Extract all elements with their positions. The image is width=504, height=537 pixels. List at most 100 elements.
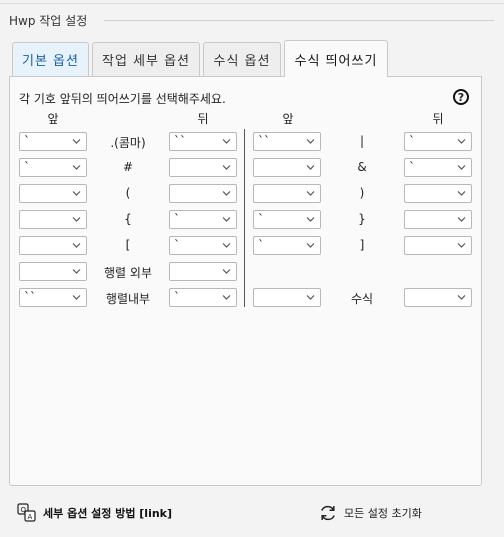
chevron-down-icon (457, 139, 466, 144)
chevron-down-icon (222, 139, 231, 144)
header-left-after: 뒤 (197, 112, 209, 126)
left-before-select-6[interactable]: `` (19, 288, 87, 307)
chevron-down-icon (306, 217, 315, 222)
left-after-select-0[interactable]: `` (169, 132, 237, 151)
reset-label: 모든 설정 초기화 (344, 507, 422, 520)
chevron-down-icon (222, 217, 231, 222)
right-symbol-label-1: & (357, 160, 367, 174)
right-before-select-0[interactable]: `` (253, 132, 321, 151)
dropdown-value: ` (24, 134, 30, 148)
right-symbol-label-5: 수식 (350, 292, 374, 306)
right-after-select-2[interactable] (404, 184, 472, 203)
chevron-down-icon (222, 295, 231, 300)
dropdown-value: ` (258, 238, 264, 252)
left-before-select-2[interactable] (19, 184, 87, 203)
chevron-down-icon (222, 191, 231, 196)
chevron-down-icon (72, 295, 81, 300)
chevron-down-icon (72, 243, 81, 248)
right-symbol-label-4: ] (359, 238, 365, 252)
group-divider (104, 20, 494, 21)
chevron-down-icon (72, 191, 81, 196)
dropdown-value: ` (258, 212, 264, 226)
left-symbol-label-3: { (124, 212, 132, 226)
right-after-select-1[interactable]: ` (404, 158, 472, 177)
header-right-after: 뒤 (432, 112, 444, 126)
dropdown-value: ` (174, 290, 180, 304)
top-border (0, 3, 504, 4)
chevron-down-icon (222, 269, 231, 274)
help-link-label: 세부 옵션 설정 방법 [link] (43, 507, 173, 520)
left-after-select-5[interactable] (169, 262, 237, 281)
right-after-select-3[interactable] (404, 210, 472, 229)
right-symbol-label-2: ) (359, 186, 365, 200)
question-answer-icon: Q A (17, 503, 36, 522)
tab-formula-spacing[interactable]: 수식 띄어쓰기 (284, 40, 388, 77)
right-after-select-0[interactable]: ` (404, 132, 472, 151)
chevron-down-icon (306, 295, 315, 300)
chevron-down-icon (72, 217, 81, 222)
right-before-select-1[interactable] (253, 158, 321, 177)
column-divider (244, 129, 245, 307)
right-after-select-5[interactable] (404, 288, 472, 307)
right-before-select-4[interactable]: ` (253, 236, 321, 255)
left-after-select-2[interactable] (169, 184, 237, 203)
left-after-select-3[interactable]: ` (169, 210, 237, 229)
dropdown-value: `` (174, 134, 186, 148)
chevron-down-icon (457, 191, 466, 196)
dropdown-value: ` (174, 212, 180, 226)
left-before-select-1[interactable]: ` (19, 158, 87, 177)
right-before-select-5[interactable] (253, 288, 321, 307)
reset-all-button[interactable]: 모든 설정 초기화 (318, 503, 422, 523)
right-before-select-3[interactable]: ` (253, 210, 321, 229)
left-symbol-label-5: 행렬 외부 (104, 266, 152, 280)
left-symbol-label-0: .(콤마) (110, 136, 146, 150)
tab-detail-options[interactable]: 작업 세부 옵션 (92, 42, 200, 76)
header-left-before: 앞 (47, 112, 59, 126)
chevron-down-icon (306, 139, 315, 144)
left-symbol-label-2: ( (125, 186, 131, 200)
right-before-select-2[interactable] (253, 184, 321, 203)
group-title: Hwp 작업 설정 (9, 14, 88, 28)
svg-text:Q: Q (21, 506, 27, 514)
chevron-down-icon (457, 217, 466, 222)
dropdown-value: `` (258, 134, 270, 148)
chevron-down-icon (306, 191, 315, 196)
dropdown-value: `` (24, 290, 36, 304)
help-icon-glyph: ? (457, 90, 465, 104)
dropdown-value: ` (174, 238, 180, 252)
right-symbol-label-3: } (358, 212, 366, 226)
left-symbol-label-4: [ (125, 238, 131, 252)
header-right-before: 앞 (282, 112, 294, 126)
svg-text:A: A (28, 513, 33, 521)
left-after-select-6[interactable]: ` (169, 288, 237, 307)
left-symbol-label-6: 행렬내부 (105, 292, 151, 306)
right-symbol-label-0: | (359, 134, 365, 148)
help-icon[interactable]: ? (453, 89, 469, 105)
chevron-down-icon (457, 295, 466, 300)
instruction-text: 각 기호 앞뒤의 띄어쓰기를 선택해주세요. (19, 92, 226, 106)
chevron-down-icon (222, 243, 231, 248)
dropdown-value: ` (409, 134, 415, 148)
right-after-select-4[interactable] (404, 236, 472, 255)
settings-help-link[interactable]: Q A 세부 옵션 설정 방법 [link] (17, 503, 172, 523)
chevron-down-icon (457, 165, 466, 170)
left-after-select-4[interactable]: ` (169, 236, 237, 255)
dropdown-value: ` (409, 160, 415, 174)
left-before-select-4[interactable] (19, 236, 87, 255)
left-symbol-label-1: # (122, 160, 134, 174)
chevron-down-icon (72, 269, 81, 274)
tab-basic-options[interactable]: 기본 옵션 (12, 42, 89, 76)
left-before-select-0[interactable]: ` (19, 132, 87, 151)
left-before-select-5[interactable] (19, 262, 87, 281)
dropdown-value: ` (24, 160, 30, 174)
tab-formula-options[interactable]: 수식 옵션 (203, 42, 281, 76)
left-after-select-1[interactable] (169, 158, 237, 177)
chevron-down-icon (306, 165, 315, 170)
chevron-down-icon (306, 243, 315, 248)
refresh-icon (321, 505, 335, 521)
chevron-down-icon (72, 165, 81, 170)
left-before-select-3[interactable] (19, 210, 87, 229)
chevron-down-icon (72, 139, 81, 144)
chevron-down-icon (222, 165, 231, 170)
chevron-down-icon (457, 243, 466, 248)
